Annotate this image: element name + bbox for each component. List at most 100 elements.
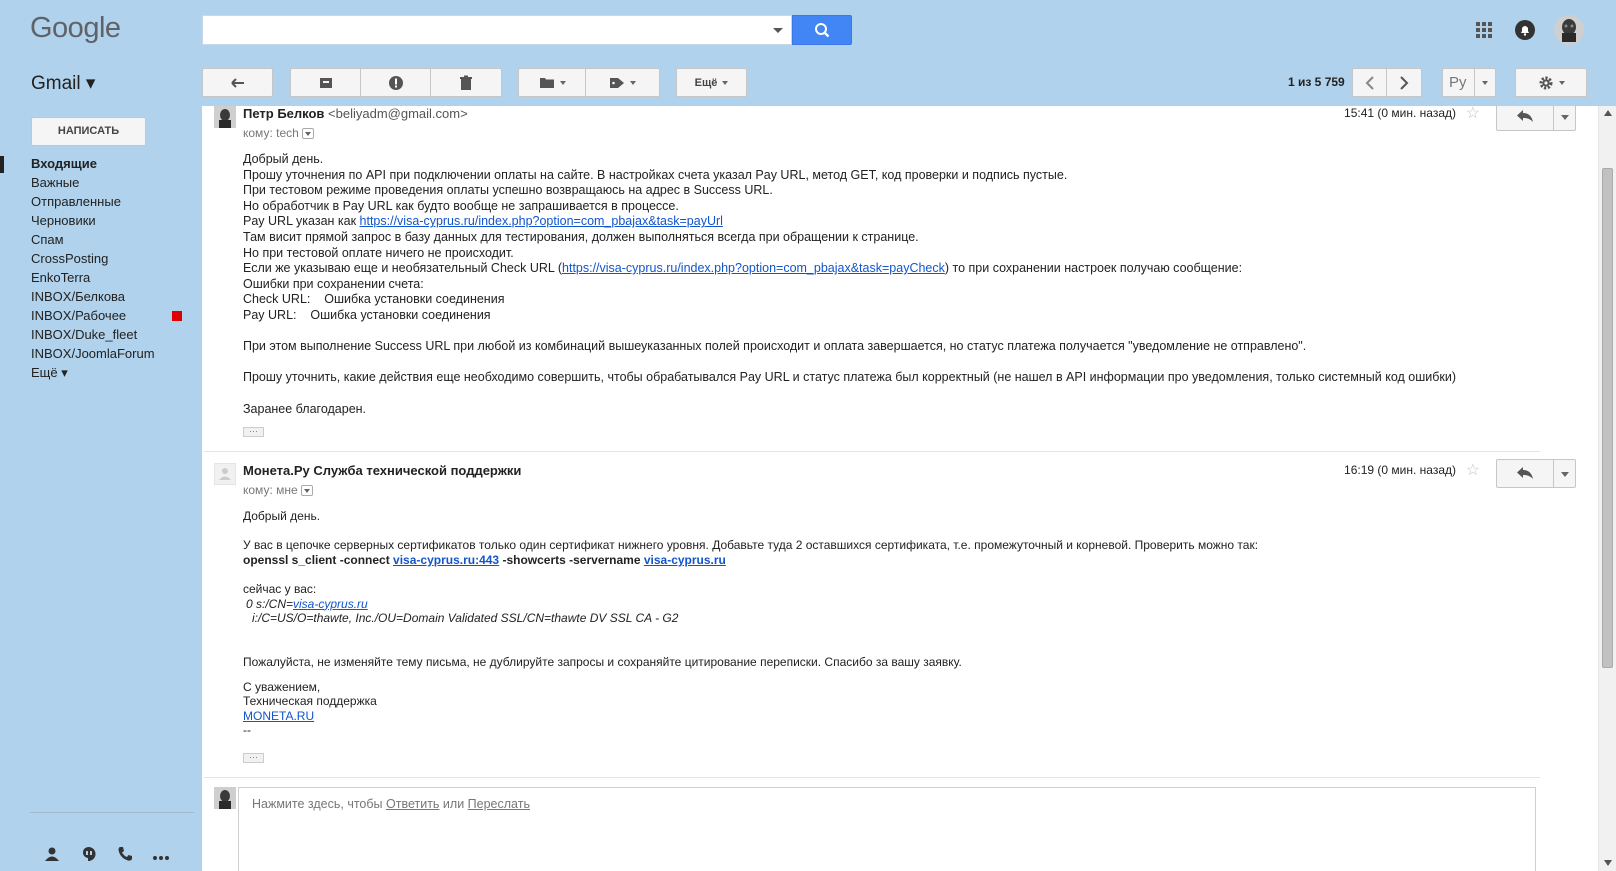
exclamation-icon [388, 75, 403, 90]
quick-reply-box[interactable]: Нажмите здесь, чтобы Ответить или Пересл… [238, 787, 1536, 871]
moneta-link[interactable]: MONETA.RU [243, 709, 314, 723]
sidebar-item-inbox-work[interactable]: INBOX/Рабочее [31, 308, 126, 323]
hangouts-icon[interactable] [81, 846, 97, 865]
body-line: Добрый день. [243, 152, 324, 166]
reply-hint-text: Нажмите здесь, чтобы [252, 797, 387, 811]
more-button-label: Ещё [694, 76, 718, 89]
body-text: Если же указываю еще и необязательный Ch… [243, 261, 563, 276]
archive-icon [319, 77, 332, 88]
body-line: Check URL: Ошибка установки соединения [243, 292, 505, 307]
top-bar: Google [0, 0, 1616, 58]
body-line: openssl s_client -connect visa-cyprus.ru… [243, 553, 1258, 568]
sidebar-item-inbox-duke-fleet[interactable]: INBOX/Duke_fleet [31, 327, 137, 342]
compose-button[interactable]: НАПИСАТЬ [31, 117, 146, 146]
body-line: При тестовом режиме проведения оплаты ус… [243, 183, 773, 198]
star-icon[interactable]: ☆ [1466, 460, 1480, 480]
report-spam-button[interactable] [360, 68, 431, 97]
more-options-icon[interactable] [152, 850, 170, 864]
body-line: -- [243, 723, 251, 738]
label-color-tag [172, 311, 182, 321]
sidebar-item-important[interactable]: Важные [31, 175, 79, 190]
sidebar-item-inbox-joomlaforum[interactable]: INBOX/JoomlaForum [31, 346, 155, 361]
show-trimmed-content-button[interactable]: ··· [243, 427, 264, 437]
search-input[interactable] [202, 15, 792, 45]
phone-icon[interactable] [117, 846, 133, 865]
sender-name[interactable]: Монета.Ру Служба технической поддержки [243, 463, 521, 478]
contacts-icon[interactable] [44, 846, 60, 865]
chevron-right-icon [1400, 75, 1409, 90]
sender-name[interactable]: Петр Белков <beliyadm@gmail.com> [243, 106, 468, 121]
more-button[interactable]: Ещё [676, 68, 747, 97]
reply-icon [1517, 110, 1533, 122]
reply-button-group[interactable] [1496, 459, 1576, 488]
chevron-down-icon [1558, 80, 1565, 85]
sidebar-item-spam[interactable]: Спам [31, 232, 64, 247]
pay-url-link[interactable]: https://visa-cyprus.ru/index.php?option=… [360, 214, 723, 228]
back-button[interactable] [202, 68, 273, 97]
email-thread: Петр Белков <beliyadm@gmail.com> кому: t… [202, 106, 1598, 871]
newer-button[interactable] [1352, 68, 1387, 97]
search-button[interactable] [792, 15, 852, 45]
reply-hint-text: или [439, 797, 468, 811]
gmail-menu[interactable]: Gmail ▾ [31, 72, 95, 95]
older-button[interactable] [1386, 68, 1422, 97]
body-line: У вас в цепочке серверных сертификатов т… [243, 538, 1259, 553]
reply-button-group[interactable] [1496, 106, 1576, 131]
trash-icon [460, 75, 472, 90]
scroll-up-arrow-icon[interactable] [1604, 110, 1612, 116]
body-text: ) то при сохранении настроек получаю соо… [944, 261, 1243, 276]
search-options-chevron-icon[interactable] [773, 28, 783, 33]
chevron-left-icon [1365, 75, 1374, 90]
pagination-count: 1 из 5 759 [1288, 75, 1345, 89]
archive-button[interactable] [290, 68, 361, 97]
move-to-button[interactable] [518, 68, 586, 97]
message-body: Добрый день. У вас в цепочке серверных с… [243, 509, 1258, 738]
body-line: Pay URL: Ошибка установки соединения [243, 307, 491, 322]
sender-name-text: Петр Белков [243, 106, 325, 121]
divider [1553, 106, 1554, 130]
forward-link[interactable]: Переслать [468, 797, 530, 811]
pager-text: 1 из 5 759 [1288, 75, 1345, 89]
sidebar-item-inbox[interactable]: Входящие [31, 156, 97, 171]
show-details-chevron-icon[interactable] [301, 128, 314, 140]
sender-email: <beliyadm@gmail.com> [328, 106, 468, 121]
divider [30, 812, 194, 813]
cn-link[interactable]: visa-cyprus.ru [293, 597, 368, 611]
sidebar-item-enkoterra[interactable]: EnkoTerra [31, 270, 90, 285]
chevron-down-icon [630, 80, 636, 85]
divider [204, 451, 1540, 452]
message-body: Добрый день. Прошу уточнения по API при … [243, 152, 1456, 417]
divider [1474, 69, 1475, 96]
host-port-link[interactable]: visa-cyprus.ru:443 [393, 553, 499, 567]
settings-button[interactable] [1515, 68, 1587, 97]
input-tools-button[interactable]: Ру [1442, 68, 1496, 97]
show-details-chevron-icon[interactable] [300, 485, 313, 497]
avatar[interactable] [1553, 14, 1585, 46]
star-icon[interactable]: ☆ [1466, 106, 1480, 123]
chevron-down-icon[interactable] [1561, 115, 1569, 120]
delete-button[interactable] [430, 68, 502, 97]
reply-link[interactable]: Ответить [386, 797, 439, 811]
sidebar-item-drafts[interactable]: Черновики [31, 213, 96, 228]
sidebar-item-crossposting[interactable]: CrossPosting [31, 251, 108, 266]
google-logo[interactable]: Google [30, 12, 121, 45]
scroll-down-arrow-icon[interactable] [1604, 860, 1612, 866]
bell-icon[interactable] [1511, 16, 1539, 44]
servername-link[interactable]: visa-cyprus.ru [644, 553, 726, 567]
scrollbar[interactable] [1598, 106, 1616, 871]
apps-grid-icon[interactable] [1470, 16, 1498, 44]
scrollbar-thumb[interactable] [1602, 168, 1613, 668]
recipient-text: кому: мне [243, 483, 298, 497]
check-url-link[interactable]: https://visa-cyprus.ru/index.php?option=… [562, 261, 945, 275]
labels-button[interactable] [585, 68, 660, 97]
show-trimmed-content-button[interactable]: ··· [243, 753, 264, 763]
search-icon [815, 23, 830, 38]
sidebar-item-sent[interactable]: Отправленные [31, 194, 121, 209]
chevron-down-icon [1482, 81, 1488, 85]
body-line: Но при тестовой оплате ничего не происхо… [243, 245, 514, 260]
sidebar-item-more[interactable]: Ещё ▾ [31, 365, 68, 381]
chevron-down-icon[interactable] [1561, 472, 1569, 477]
sidebar-item-inbox-belkova[interactable]: INBOX/Белкова [31, 289, 125, 304]
